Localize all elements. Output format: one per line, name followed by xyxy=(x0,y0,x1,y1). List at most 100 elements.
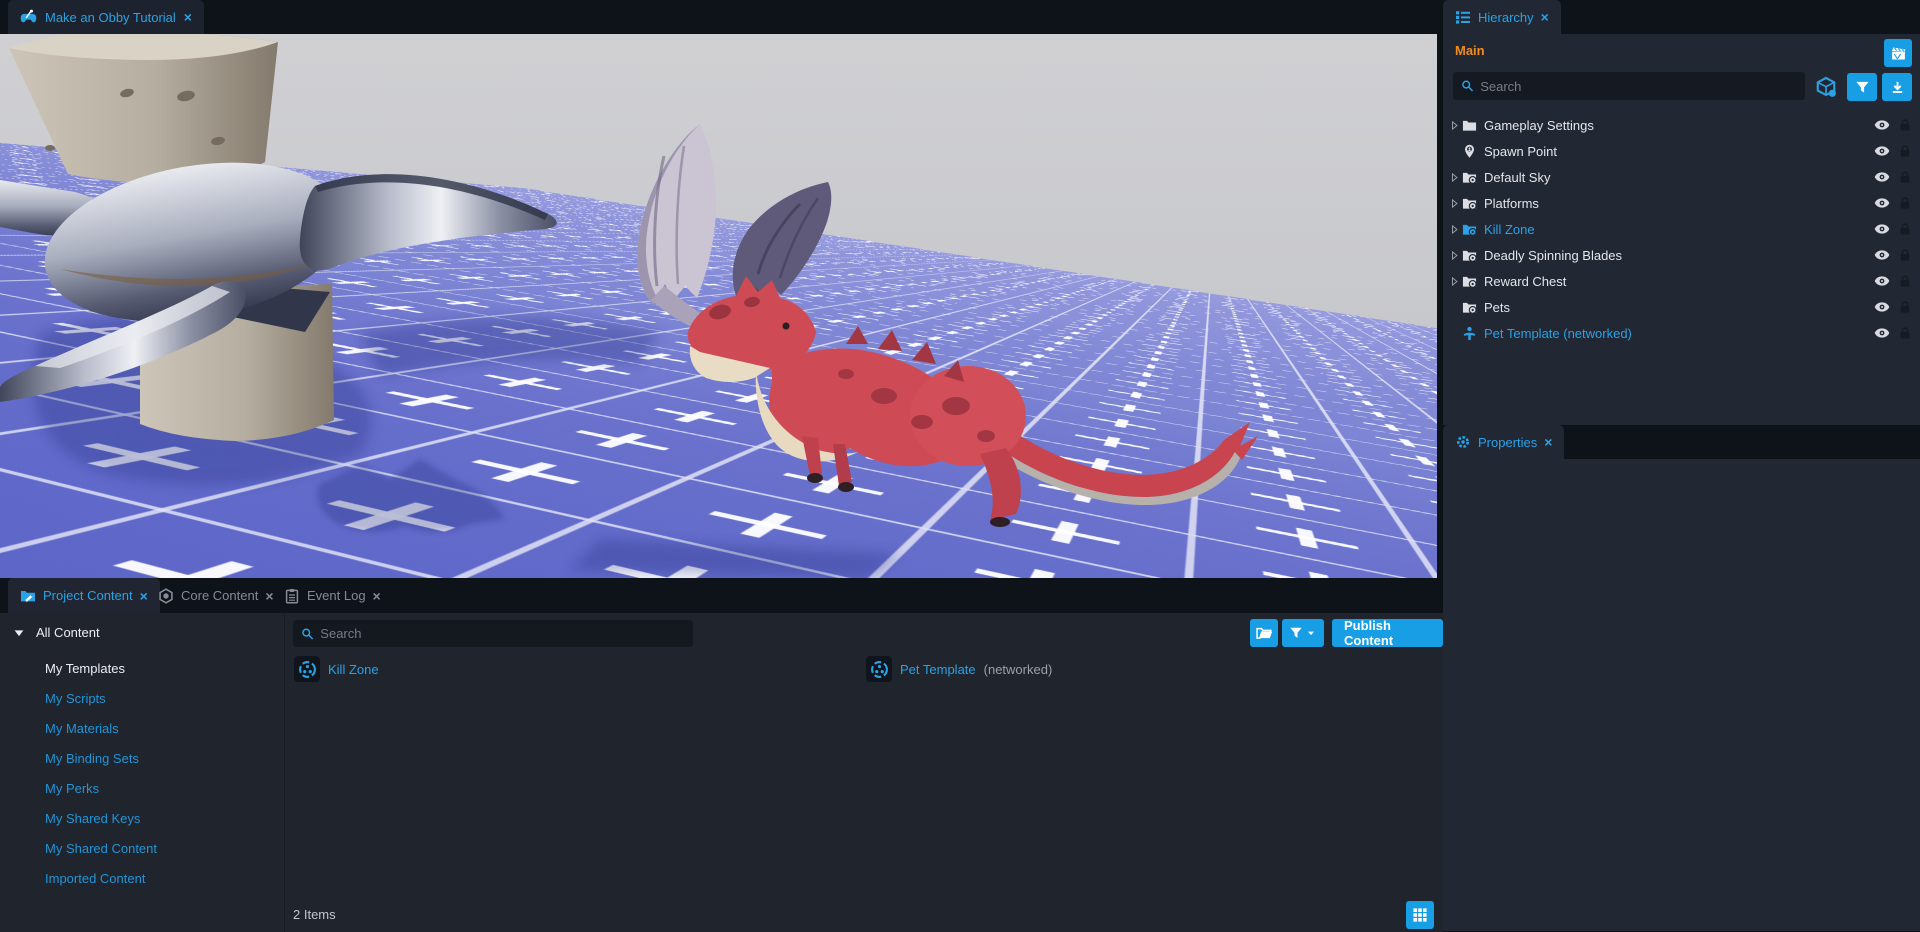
expander-icon[interactable] xyxy=(1448,197,1462,210)
lock-icon[interactable] xyxy=(1898,144,1920,158)
visibility-eye-icon[interactable] xyxy=(1874,221,1898,237)
tree-root-all-content[interactable]: All Content xyxy=(0,613,284,640)
visibility-eye-icon[interactable] xyxy=(1874,325,1898,341)
content-search[interactable] xyxy=(293,620,693,647)
content-search-input[interactable] xyxy=(320,626,685,641)
expander-icon[interactable] xyxy=(1448,249,1462,262)
tab-label: Event Log xyxy=(307,588,366,603)
hierarchy-row-kill-zone[interactable]: Kill Zone xyxy=(1443,216,1920,242)
tree-item-imported-content[interactable]: Imported Content xyxy=(0,864,284,894)
properties-tab-strip: Properties × xyxy=(1443,425,1920,459)
tree-item-my-materials[interactable]: My Materials xyxy=(0,714,284,744)
content-browser: Project Content × Core Content × Event L… xyxy=(0,578,1443,932)
hierarchy-list-icon xyxy=(1455,9,1471,25)
tab-event-log[interactable]: Event Log × xyxy=(272,578,393,613)
asset-name: Kill Zone xyxy=(328,662,379,677)
lock-icon[interactable] xyxy=(1898,170,1920,184)
lock-icon[interactable] xyxy=(1898,248,1920,262)
project-tab[interactable]: Make an Obby Tutorial × xyxy=(8,0,204,34)
visibility-eye-icon[interactable] xyxy=(1874,117,1898,133)
tree-item-my-shared-content[interactable]: My Shared Content xyxy=(0,834,284,864)
asset-kill-zone[interactable]: Kill Zone xyxy=(294,656,387,682)
publish-content-button[interactable]: Publish Content xyxy=(1332,619,1443,647)
template-icon xyxy=(294,656,320,682)
visibility-eye-icon[interactable] xyxy=(1874,247,1898,263)
visibility-eye-icon[interactable] xyxy=(1874,299,1898,315)
tree-item-my-scripts[interactable]: My Scripts xyxy=(0,684,284,714)
close-icon[interactable]: × xyxy=(373,588,381,604)
tree-item-my-shared-keys[interactable]: My Shared Keys xyxy=(0,804,284,834)
tab-properties[interactable]: Properties × xyxy=(1443,425,1564,459)
hierarchy-row-deadly-spinning-blades[interactable]: Deadly Spinning Blades xyxy=(1443,242,1920,268)
clapperboard-icon xyxy=(1890,45,1907,62)
lock-icon[interactable] xyxy=(1898,196,1920,210)
row-label: Kill Zone xyxy=(1484,222,1874,237)
hierarchy-filter-button[interactable] xyxy=(1847,73,1877,101)
visibility-eye-icon[interactable] xyxy=(1874,195,1898,211)
asset-pet-template[interactable]: Pet Template (networked) xyxy=(866,656,1052,682)
content-tree: All Content My Templates My Scripts My M… xyxy=(0,613,285,932)
open-folder-button[interactable] xyxy=(1250,619,1278,647)
viewport-3d[interactable] xyxy=(0,34,1437,578)
expander-icon[interactable] xyxy=(1448,275,1462,288)
close-icon[interactable]: × xyxy=(1541,9,1549,25)
right-panel-column: Hierarchy × Main xyxy=(1443,0,1920,932)
expander-icon[interactable] xyxy=(1448,171,1462,184)
visibility-eye-icon[interactable] xyxy=(1874,143,1898,159)
hierarchy-row-spawn-point[interactable]: Spawn Point xyxy=(1443,138,1920,164)
tree-item-my-templates[interactable]: My Templates xyxy=(0,654,284,684)
folder-open-icon xyxy=(1256,625,1273,642)
grid-view-button[interactable] xyxy=(1406,901,1434,929)
hierarchy-row-gameplay-settings[interactable]: Gameplay Settings xyxy=(1443,112,1920,138)
hierarchy-panel: Main Gameplay Settings xyxy=(1443,34,1920,425)
tab-core-content[interactable]: Core Content × xyxy=(146,578,286,613)
hierarchy-row-pets[interactable]: Pets xyxy=(1443,294,1920,320)
hierarchy-row-reward-chest[interactable]: Reward Chest xyxy=(1443,268,1920,294)
close-icon[interactable]: × xyxy=(1544,434,1552,450)
lock-icon[interactable] xyxy=(1898,222,1920,236)
lock-icon[interactable] xyxy=(1898,274,1920,288)
properties-tab-label: Properties xyxy=(1478,435,1537,450)
collapse-import-button[interactable] xyxy=(1882,73,1912,101)
networked-folder-icon xyxy=(1462,222,1484,237)
cube-group-icon[interactable] xyxy=(1815,76,1837,98)
visibility-eye-icon[interactable] xyxy=(1874,273,1898,289)
close-icon[interactable]: × xyxy=(184,9,192,25)
visibility-eye-icon[interactable] xyxy=(1874,169,1898,185)
item-count-label: 2 Items xyxy=(293,907,336,922)
hierarchy-tab-label: Hierarchy xyxy=(1478,10,1534,25)
hierarchy-row-pet-template[interactable]: Pet Template (networked) xyxy=(1443,320,1920,346)
content-filter-button[interactable] xyxy=(1282,619,1324,647)
lock-icon[interactable] xyxy=(1898,326,1920,340)
content-tab-strip: Project Content × Core Content × Event L… xyxy=(0,578,1443,613)
hierarchy-search[interactable] xyxy=(1453,72,1805,100)
tree-item-my-binding-sets[interactable]: My Binding Sets xyxy=(0,744,284,774)
tab-project-content[interactable]: Project Content × xyxy=(8,578,160,613)
networked-folder-icon xyxy=(1462,274,1484,289)
project-tab-label: Make an Obby Tutorial xyxy=(45,10,176,25)
scene-settings-button[interactable] xyxy=(1884,39,1912,67)
expander-icon[interactable] xyxy=(1448,119,1462,132)
filter-icon xyxy=(1855,80,1870,95)
expander-icon[interactable] xyxy=(1448,223,1462,236)
networked-folder-icon xyxy=(1462,248,1484,263)
row-label: Pet Template (networked) xyxy=(1484,326,1874,341)
caret-down-icon xyxy=(1305,627,1317,639)
grid-icon xyxy=(1412,907,1428,923)
content-grid-area: Publish Content Kill Zone Pet Template (… xyxy=(285,613,1443,932)
row-label: Pets xyxy=(1484,300,1874,315)
lock-icon[interactable] xyxy=(1898,118,1920,132)
lock-icon[interactable] xyxy=(1898,300,1920,314)
folder-icon xyxy=(1462,118,1484,133)
hierarchy-search-input[interactable] xyxy=(1480,79,1797,94)
row-label: Deadly Spinning Blades xyxy=(1484,248,1874,263)
template-icon xyxy=(866,656,892,682)
row-label: Gameplay Settings xyxy=(1484,118,1874,133)
content-body: All Content My Templates My Scripts My M… xyxy=(0,613,1443,932)
tree-item-my-perks[interactable]: My Perks xyxy=(0,774,284,804)
hierarchy-tab-strip: Hierarchy × xyxy=(1443,0,1920,34)
search-icon xyxy=(301,627,314,641)
tab-hierarchy[interactable]: Hierarchy × xyxy=(1443,0,1561,34)
hierarchy-row-platforms[interactable]: Platforms xyxy=(1443,190,1920,216)
hierarchy-row-default-sky[interactable]: Default Sky xyxy=(1443,164,1920,190)
